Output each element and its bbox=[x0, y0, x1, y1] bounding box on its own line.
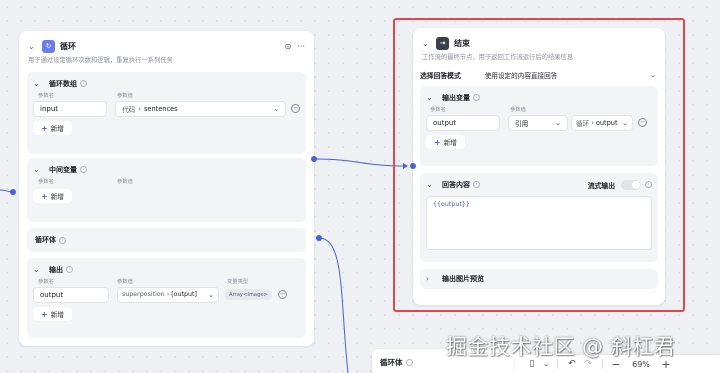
input-handle[interactable] bbox=[10, 189, 16, 195]
highlight-box bbox=[393, 18, 685, 312]
loop-icon: ↻ bbox=[42, 39, 55, 53]
chevron-down-icon: ⌄ bbox=[273, 104, 280, 113]
output-handle[interactable] bbox=[311, 156, 317, 162]
info-icon: i bbox=[405, 358, 413, 366]
loop-body-node-title: 循环体 bbox=[380, 357, 403, 367]
chevron-down-icon: ⌄ bbox=[208, 290, 214, 299]
add-loop-array-button[interactable]: + 新增 bbox=[33, 121, 72, 135]
loop-array-param-input[interactable]: input bbox=[33, 100, 108, 117]
loop-node[interactable]: ⌄ ↻ 循环 ⊙ ··· 用于通过设定循环次数和逻辑，重复执行一系列任务 ⌄ 循… bbox=[19, 31, 314, 346]
plus-icon: + bbox=[41, 191, 48, 201]
loop-body-title: 循环体 bbox=[35, 236, 56, 244]
watermark-text: 掘金技术社区 @ 斜杠君 bbox=[446, 335, 676, 359]
output-title: 输出 bbox=[49, 265, 63, 274]
info-icon: i bbox=[66, 266, 73, 273]
chevron-down-icon[interactable]: ⌄ bbox=[33, 265, 41, 274]
loop-body-section[interactable]: 循环体 i bbox=[27, 228, 306, 252]
col-value-label: 参数值 bbox=[117, 179, 133, 185]
chevron-down-icon[interactable]: ⌄ bbox=[33, 165, 41, 174]
info-icon: i bbox=[80, 166, 87, 173]
info-icon: i bbox=[59, 236, 66, 244]
output-param-input[interactable]: output bbox=[33, 286, 109, 303]
col-value-label: 参数值 bbox=[117, 93, 133, 99]
loop-node-desc: 用于通过设定循环次数和逻辑，重复执行一系列任务 bbox=[28, 57, 173, 64]
mid-var-section: ⌄ 中间变量 i 参数名 参数值 + 新增 bbox=[27, 158, 306, 222]
col-value-label: 参数值 bbox=[117, 279, 133, 285]
type-tag: Array<Image> bbox=[225, 289, 272, 300]
loop-array-value-select[interactable]: 代码 › sentences ⌄ bbox=[115, 100, 287, 117]
col-name-label: 参数名 bbox=[38, 279, 54, 285]
mid-var-title: 中间变量 bbox=[49, 165, 77, 174]
loop-array-title: 循环数组 bbox=[49, 79, 77, 88]
add-output-button[interactable]: + 新增 bbox=[33, 307, 72, 321]
loop-array-section: ⌄ 循环数组 i 参数名 参数值 input 代码 › sentences ⌄ − … bbox=[27, 72, 306, 154]
plus-icon: + bbox=[41, 123, 48, 133]
info-icon: i bbox=[80, 80, 87, 87]
output-value-select[interactable]: superposition › [output] ⌄ bbox=[117, 286, 219, 303]
col-type-label: 变量类型 bbox=[227, 279, 249, 285]
loop-node-title: 循环 bbox=[60, 41, 76, 51]
loop-body-handle[interactable] bbox=[316, 235, 322, 241]
output-section: ⌄ 输出 i 参数名 参数值 变量类型 output superposition… bbox=[27, 258, 306, 338]
remove-row-icon[interactable]: − bbox=[291, 104, 300, 113]
add-mid-var-button[interactable]: + 新增 bbox=[33, 189, 72, 203]
col-name-label: 参数名 bbox=[38, 179, 54, 185]
col-name-label: 参数名 bbox=[38, 93, 54, 99]
run-icon[interactable]: ⊙ bbox=[285, 42, 292, 51]
more-icon[interactable]: ··· bbox=[297, 42, 305, 51]
chevron-down-icon[interactable]: ⌄ bbox=[33, 79, 41, 88]
chevron-down-icon[interactable]: ⌄ bbox=[28, 42, 36, 51]
plus-icon: + bbox=[41, 309, 48, 319]
remove-row-icon[interactable]: − bbox=[277, 290, 287, 299]
